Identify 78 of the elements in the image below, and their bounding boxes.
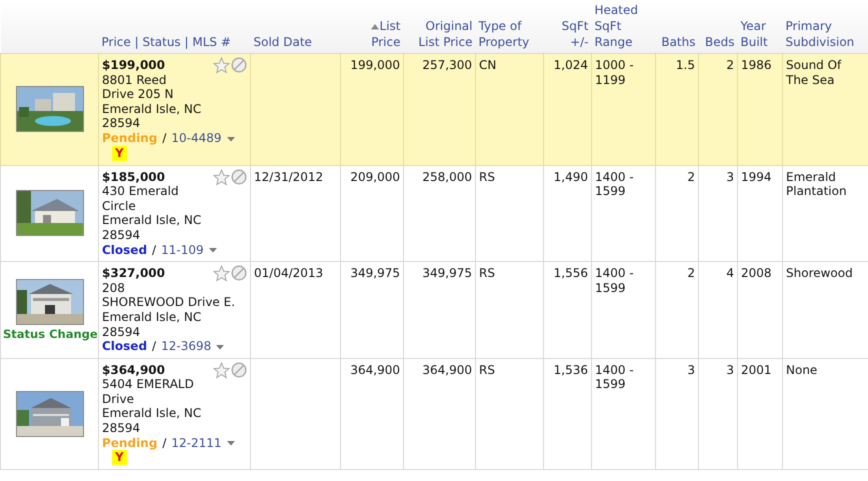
table-row[interactable]: $185,000 430 Emerald Circle Emerald Isle, NC 28594 Closed / 11-109 12/31/2012 209,000 258,000 RS 1,490 1400 - 1599 2 3 1994 Emerald Plantation: [0, 165, 868, 262]
table-cell: Emerald Plantation: [786, 170, 847, 198]
table-cell: 3: [726, 170, 734, 184]
table-cell: 2: [687, 266, 695, 280]
price-text: $364,900: [102, 362, 166, 378]
table-cell: 1,490: [554, 170, 588, 184]
table-cell: 1400 - 1599: [595, 362, 634, 392]
table-cell: 1.5: [676, 58, 695, 72]
table-cell: None: [786, 362, 818, 377]
table-cell: 3: [687, 362, 695, 377]
table-cell: 364,900: [422, 362, 472, 377]
table-cell: 1994: [741, 170, 772, 184]
table-cell: 4: [726, 266, 734, 280]
caret-icon[interactable]: [215, 344, 226, 350]
table-row[interactable]: Status Change $327,000 208 SHOREWOOD Drive E. Emerald Isle, NC 28594 Closed / 12-3698 01/04/2013 349,975 349,975 RS 1,556 1400 - 1599 2 4 2008 Shorewood: [0, 262, 868, 358]
table-cell: 2001: [741, 362, 772, 377]
table-cell: 12/31/2012: [254, 170, 324, 184]
price-text: $199,000: [102, 58, 166, 73]
status-text: Pending: [102, 436, 158, 450]
status-text: Pending: [102, 130, 158, 145]
table-cell: 01/04/2013: [254, 266, 324, 280]
mls-link[interactable]: 12-2111: [171, 436, 222, 450]
separator-text: /: [162, 436, 166, 450]
table-cell: 199,000: [350, 58, 400, 72]
prohibited-icon[interactable]: [231, 362, 247, 378]
star-icon[interactable]: [213, 168, 230, 186]
table-cell: 3: [726, 362, 734, 377]
table-cell: 349,975: [422, 266, 472, 280]
table-cell: RS: [479, 170, 495, 184]
table-cell: 1,536: [554, 362, 588, 377]
table-cell: 1400 - 1599: [595, 266, 634, 295]
table-cell: 349,975: [350, 266, 400, 280]
table-cell: 209,000: [350, 170, 400, 184]
caret-icon[interactable]: [208, 247, 218, 254]
table-cell: 2008: [741, 266, 772, 280]
flag-badge: Y: [112, 450, 127, 466]
table-cell: 1000 - 1199: [595, 58, 634, 87]
address-text: 8801 Reed Drive 205 N Emerald Isle, NC 28594: [102, 72, 202, 131]
star-icon[interactable]: [213, 362, 230, 379]
status-text: Closed: [102, 339, 148, 354]
separator-text: /: [152, 339, 156, 354]
mls-link[interactable]: 10-4489: [171, 130, 222, 145]
star-icon[interactable]: [213, 265, 230, 282]
table-cell: 364,900: [350, 362, 400, 377]
status-text: Closed: [102, 242, 148, 257]
table-cell: CN: [479, 58, 496, 72]
flag-badge: Y: [112, 146, 127, 161]
table-cell: Shorewood: [786, 266, 853, 280]
table-cell: 257,300: [422, 58, 472, 72]
table-cell: RS: [479, 266, 495, 280]
address-text: 208 SHOREWOOD Drive E. Emerald Isle, NC 28594: [102, 280, 236, 340]
caret-icon[interactable]: [226, 440, 236, 446]
price-text: $185,000: [102, 170, 166, 184]
table-cell: 2: [726, 58, 734, 72]
prohibited-icon[interactable]: [231, 168, 247, 185]
mls-link[interactable]: 12-3698: [161, 339, 212, 354]
table-cell: RS: [479, 362, 495, 377]
table-cell: 1,556: [554, 266, 588, 280]
table-cell: 1986: [741, 58, 772, 72]
separator-text: /: [152, 242, 156, 257]
address-text: 5404 EMERALD Drive Emerald Isle, NC 28594: [102, 377, 202, 436]
price-text: $327,000: [102, 266, 166, 281]
table-row[interactable]: $199,000 8801 Reed Drive 205 N Emerald Isle, NC 28594 Pending / 10-4489 Y 199,000 257,300 CN 1,024 1000 - 1199 1.5 2 1986 Sound Of The Sea: [0, 54, 868, 166]
table-cell: 258,000: [422, 170, 472, 184]
address-text: 430 Emerald Circle Emerald Isle, NC 28594: [102, 184, 202, 243]
star-icon[interactable]: [213, 57, 230, 74]
table-cell: Sound Of The Sea: [786, 58, 842, 87]
table-cell: 2: [687, 170, 695, 184]
prohibited-icon[interactable]: [231, 265, 247, 282]
mls-link[interactable]: 11-109: [161, 242, 204, 257]
caret-icon[interactable]: [226, 136, 236, 142]
separator-text: /: [162, 130, 166, 145]
sort-arrow-icon: [370, 23, 380, 30]
table-cell: 1,024: [554, 58, 588, 72]
prohibited-icon[interactable]: [231, 57, 247, 73]
table-row[interactable]: $364,900 5404 EMERALD Drive Emerald Isle, NC 28594 Pending / 12-2111 Y 364,900 364,900 RS 1,536 1400 - 1599 3 3 2001 None: [0, 358, 868, 470]
status-change-label: Status Change: [3, 326, 96, 342]
table-cell: 1400 - 1599: [595, 170, 634, 198]
